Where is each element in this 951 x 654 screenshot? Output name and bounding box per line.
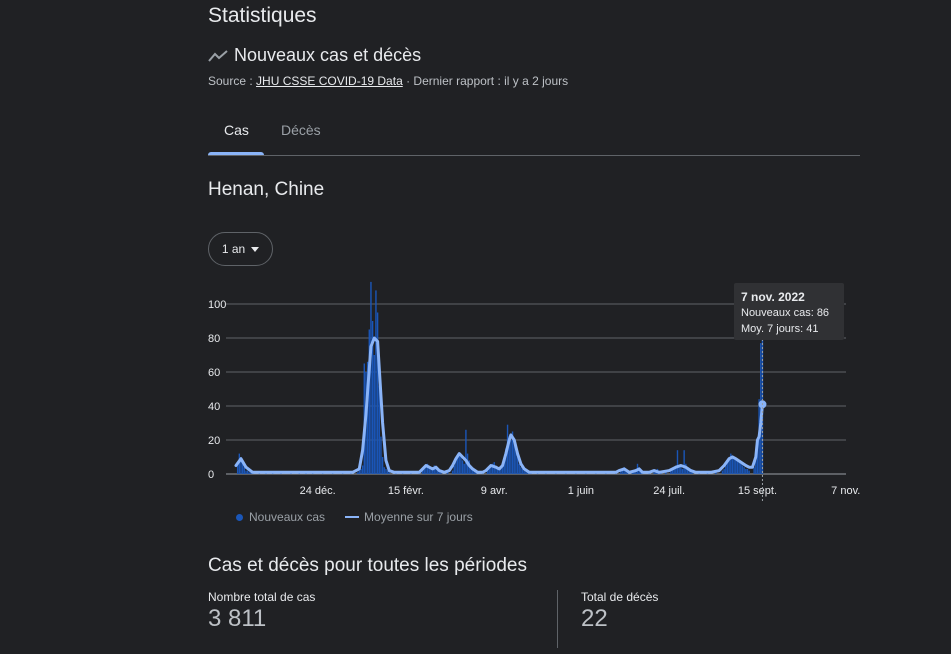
chart-bars bbox=[236, 281, 764, 474]
subtitle-text: Nouveaux cas et décès bbox=[234, 45, 422, 65]
tooltip-cases: Nouveaux cas: 86 bbox=[741, 307, 830, 319]
case-bar bbox=[518, 463, 520, 474]
x-tick-label: 7 nov. bbox=[831, 485, 860, 497]
case-bar bbox=[383, 467, 385, 474]
case-bar bbox=[753, 467, 755, 474]
case-bar bbox=[373, 355, 375, 474]
case-bar bbox=[523, 470, 525, 474]
total-cases-value: 3 811 bbox=[208, 605, 267, 632]
case-bar bbox=[653, 472, 655, 474]
chart-tooltip: 7 nov. 2022 Nouveaux cas: 86 Moy. 7 jour… bbox=[734, 283, 844, 340]
trending-icon bbox=[208, 49, 228, 62]
stats-divider bbox=[557, 590, 558, 648]
case-bar bbox=[370, 281, 372, 474]
case-bar bbox=[735, 458, 737, 474]
case-bar bbox=[248, 472, 251, 474]
tab-selected-indicator bbox=[208, 152, 264, 155]
case-bar bbox=[510, 440, 512, 474]
case-bar bbox=[748, 470, 750, 474]
chart-legend: Nouveaux cas Moyenne sur 7 jours bbox=[236, 510, 473, 524]
tab-cases[interactable]: Cas bbox=[224, 122, 249, 138]
case-bar bbox=[245, 470, 247, 474]
x-tick-label: 15 févr. bbox=[388, 485, 424, 497]
x-tick-label: 9 avr. bbox=[481, 485, 508, 497]
x-tick-label: 1 juin bbox=[568, 485, 594, 497]
case-bar bbox=[741, 465, 744, 474]
tooltip-date: 7 nov. 2022 bbox=[741, 290, 805, 304]
case-bar bbox=[680, 467, 682, 474]
total-deaths-label: Total de décès bbox=[581, 590, 659, 604]
case-bar bbox=[453, 465, 455, 474]
y-tick-label-80: 80 bbox=[208, 333, 220, 345]
total-deaths-value: 22 bbox=[581, 605, 608, 632]
tooltip-average: Moy. 7 jours: 41 bbox=[741, 323, 819, 335]
x-tick-label: 24 juil. bbox=[653, 485, 685, 497]
case-bar bbox=[375, 290, 377, 474]
y-tick-label-60: 60 bbox=[208, 367, 220, 379]
case-bar bbox=[380, 436, 382, 474]
caret-down-icon bbox=[251, 246, 260, 252]
source-line: Source : JHU CSSE COVID-19 Data · Dernie… bbox=[208, 74, 568, 88]
case-bar bbox=[425, 467, 427, 474]
legend-average-label: Moyenne sur 7 jours bbox=[364, 510, 473, 524]
case-bar bbox=[676, 450, 679, 474]
totals-title: Cas et décès pour toutes les périodes bbox=[208, 555, 527, 576]
total-cases-label: Nombre total de cas bbox=[208, 590, 316, 604]
tab-deaths[interactable]: Décès bbox=[281, 122, 321, 138]
x-tick-label: 15 sept. bbox=[738, 485, 777, 497]
case-bar bbox=[683, 450, 685, 474]
y-tick-label-0: 0 bbox=[208, 469, 214, 481]
legend-cases-label: Nouveaux cas bbox=[249, 510, 326, 524]
case-bar bbox=[361, 465, 364, 474]
case-bar bbox=[388, 472, 390, 474]
case-bar bbox=[461, 460, 464, 474]
source-prefix: Source : bbox=[208, 74, 257, 88]
region-title: Henan, Chine bbox=[208, 179, 325, 200]
last-report-text: · Dernier rapport : il y a 2 jours bbox=[402, 74, 569, 88]
y-tick-label-20: 20 bbox=[208, 435, 220, 447]
case-bar bbox=[246, 470, 249, 474]
case-bar bbox=[451, 470, 454, 474]
case-bar bbox=[376, 312, 379, 474]
case-bar bbox=[736, 460, 739, 474]
source-link[interactable]: JHU CSSE COVID-19 Data bbox=[256, 74, 403, 88]
case-bar bbox=[725, 465, 727, 474]
case-bar bbox=[738, 462, 740, 474]
case-bar bbox=[356, 472, 359, 474]
y-tick-label-100: 100 bbox=[208, 299, 226, 311]
chart-average-line-group bbox=[234, 336, 767, 474]
x-tick-label: 24 déc. bbox=[300, 485, 336, 497]
case-bar bbox=[385, 468, 387, 474]
y-tick-label-40: 40 bbox=[208, 401, 220, 413]
page-title: Statistiques bbox=[208, 4, 317, 27]
case-bar bbox=[358, 470, 360, 474]
case-bar bbox=[746, 468, 749, 474]
case-bar bbox=[740, 463, 742, 474]
case-bar bbox=[463, 463, 465, 474]
period-dropdown[interactable]: 1 an bbox=[208, 232, 273, 266]
case-bar bbox=[723, 468, 725, 474]
case-bar bbox=[520, 467, 522, 474]
period-label: 1 an bbox=[221, 242, 246, 256]
case-bar bbox=[243, 467, 246, 474]
case-bar bbox=[460, 457, 462, 474]
case-bar bbox=[745, 468, 747, 474]
chart-subtitle: Nouveaux cas et décès bbox=[208, 45, 421, 66]
case-bar bbox=[465, 429, 467, 474]
case-bar bbox=[721, 470, 724, 474]
case-bar bbox=[681, 468, 684, 474]
tab-bar: Cas Décès bbox=[208, 110, 860, 156]
case-bar bbox=[743, 467, 745, 474]
case-bar bbox=[381, 457, 384, 474]
legend-average-line bbox=[345, 516, 360, 518]
legend-cases-dot bbox=[236, 513, 243, 521]
